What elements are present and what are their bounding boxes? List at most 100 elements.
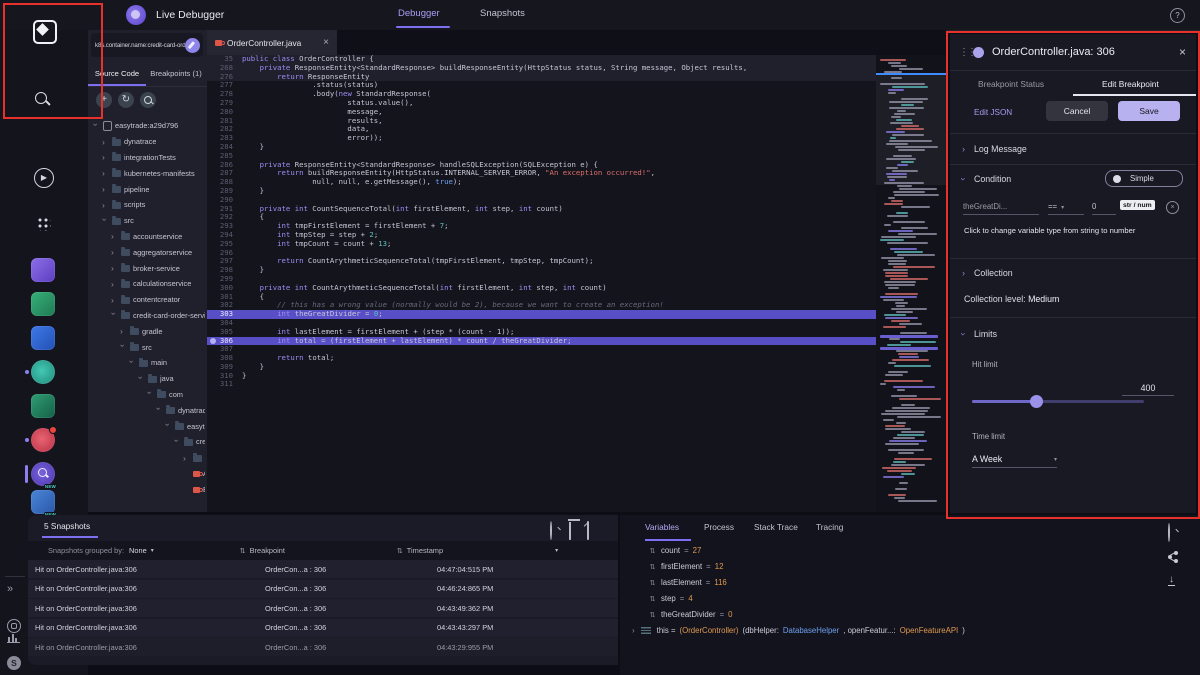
chevron-icon[interactable]: › [155, 407, 163, 414]
tab-stack-trace[interactable]: Stack Trace [754, 522, 798, 532]
variable-row[interactable]: ⇅firstElement=12 [648, 562, 723, 571]
spiral-app-icon[interactable] [31, 394, 55, 418]
tree-item[interactable]: ›com [88, 387, 205, 403]
monitor-icon[interactable] [7, 632, 20, 643]
table-row[interactable]: Hit on OrderController.java:306OrderCon.… [28, 638, 618, 656]
tab-edit-breakpoint[interactable]: Edit Breakpoint [1102, 79, 1159, 89]
remove-condition-icon[interactable]: × [1166, 201, 1179, 214]
debugger-app-icon[interactable]: NEW [31, 462, 55, 486]
cancel-button[interactable]: Cancel [1046, 101, 1108, 121]
add-icon[interactable]: + [96, 92, 112, 108]
tab-breakpoints[interactable]: Breakpoints (1) [146, 62, 206, 86]
chevron-right-icon[interactable]: › [962, 268, 965, 278]
section-collection[interactable]: › Collection [962, 268, 1013, 278]
tree-item[interactable]: ›aggregatorservice [88, 244, 205, 260]
close-icon[interactable]: × [323, 37, 329, 48]
tree-item[interactable]: ›Application.java [88, 466, 205, 482]
variable-row[interactable]: ⇅theGreatDivider=0 [648, 610, 733, 619]
expand-icon[interactable]: » [7, 583, 22, 598]
open-external-icon[interactable] [587, 522, 589, 540]
tree-item[interactable]: ›src [88, 339, 205, 355]
code-line[interactable]: 295 int tmpCount = count + 13; [207, 240, 878, 249]
hit-limit-slider[interactable] [972, 400, 1144, 403]
condition-operator-select[interactable]: ==▾ [1048, 202, 1084, 215]
chevron-icon[interactable]: › [137, 376, 145, 383]
cube-app-icon[interactable] [31, 258, 55, 282]
column-timestamp[interactable]: Timestamp [407, 546, 443, 555]
edit-json-link[interactable]: Edit JSON [974, 108, 1012, 117]
tree-item[interactable]: ›easytrade [88, 418, 205, 434]
condition-value-input[interactable]: 0 [1092, 202, 1116, 215]
code-line[interactable]: 291 private int CountSequenceTotal(int f… [207, 205, 878, 214]
table-row[interactable]: Hit on OrderController.java:306OrderCon.… [28, 580, 618, 598]
table-row[interactable]: Hit on OrderController.java:306OrderCon.… [28, 619, 618, 637]
save-button[interactable]: Save [1118, 101, 1180, 121]
support-icon[interactable] [7, 619, 21, 633]
tree-item[interactable]: ›calculationservice [88, 276, 205, 292]
file-tab[interactable]: OrderController.java × [207, 30, 337, 55]
share-icon[interactable] [1168, 551, 1178, 561]
alert-app-icon[interactable] [31, 428, 55, 452]
chevron-icon[interactable]: › [102, 169, 109, 177]
condition-variable-input[interactable]: theGreatDi... [963, 202, 1039, 215]
wallet-app-icon[interactable]: NEW [31, 490, 55, 514]
chevron-icon[interactable]: › [102, 153, 109, 161]
tree-item[interactable]: ›models [88, 450, 205, 466]
search-icon[interactable] [1168, 524, 1170, 542]
variable-row[interactable]: ⇅lastElement=116 [648, 578, 727, 587]
chevron-icon[interactable]: › [146, 392, 154, 399]
code-line[interactable]: 306 int total = (firstElement + lastElem… [207, 337, 878, 346]
code-line[interactable]: 311 [207, 380, 878, 389]
code-line[interactable]: 310} [207, 372, 878, 381]
code-line[interactable]: 283 error)); [207, 134, 878, 143]
tree-item[interactable]: ›broker-service [88, 260, 205, 276]
slider-knob[interactable] [1030, 395, 1043, 408]
code-line[interactable]: 289 } [207, 187, 878, 196]
chevron-icon[interactable]: › [102, 201, 109, 209]
section-limits[interactable]: › Limits [962, 329, 997, 339]
grouped-by-select[interactable]: None [129, 546, 147, 555]
chevron-icon[interactable]: › [111, 264, 118, 272]
close-icon[interactable]: × [1179, 45, 1186, 59]
filter-pill[interactable]: k8s.container.name:credit-card-order-ser… [91, 33, 203, 57]
chevron-icon[interactable]: › [102, 138, 109, 146]
tree-item[interactable]: ›easytrade:a29d796 [88, 118, 205, 134]
chevron-icon[interactable]: › [120, 327, 127, 335]
code-line[interactable]: 308 return total; [207, 354, 878, 363]
caret-down-icon[interactable]: ▾ [555, 547, 558, 554]
swirl-app-icon[interactable] [31, 360, 55, 384]
download-icon[interactable]: ↓ [1168, 575, 1175, 586]
edit-filter-icon[interactable] [185, 38, 200, 53]
tab-tracing[interactable]: Tracing [816, 522, 843, 532]
chevron-icon[interactable]: › [110, 313, 118, 320]
chevron-icon[interactable]: › [111, 248, 118, 256]
chevron-icon[interactable]: › [92, 123, 100, 130]
blue-app-icon[interactable] [31, 326, 55, 350]
code-line[interactable]: 300 private int CountArythmeticSequenceT… [207, 284, 878, 293]
section-condition[interactable]: › Condition [962, 174, 1011, 184]
code-line[interactable]: 284 } [207, 143, 878, 152]
tree-item[interactable]: ›credit-card-order-service [88, 308, 205, 324]
chevron-right-icon[interactable]: › [962, 144, 965, 154]
tab-debugger[interactable]: Debugger [398, 8, 440, 19]
chevron-icon[interactable]: › [119, 344, 127, 351]
tree-item[interactable]: ›kubernetes-manifests [88, 165, 205, 181]
variable-row[interactable]: ⇅count=27 [648, 546, 701, 555]
variable-row[interactable]: ⇅step=4 [648, 594, 693, 603]
tree-item[interactable]: ›dynatrace [88, 134, 205, 150]
tree-item[interactable]: ›accountservice [88, 229, 205, 245]
tree-item[interactable]: ›contentcreator [88, 292, 205, 308]
line-number[interactable]: 311 [207, 380, 242, 389]
time-limit-select[interactable]: A Week ▾ [972, 454, 1057, 468]
chevron-down-icon[interactable]: › [958, 333, 968, 336]
chevron-icon[interactable]: › [173, 439, 181, 446]
tree-item[interactable]: ›integrationTests [88, 150, 205, 166]
type-badge[interactable]: str / num [1120, 200, 1155, 210]
chevron-icon[interactable]: › [111, 232, 118, 240]
tab-process[interactable]: Process [704, 522, 734, 532]
chevron-icon[interactable]: › [183, 454, 190, 462]
refresh-icon[interactable]: ↻ [118, 92, 134, 108]
chevron-icon[interactable]: › [164, 423, 172, 430]
help-icon[interactable]: ? [1170, 8, 1185, 23]
breakpoint-dot[interactable] [210, 338, 216, 344]
